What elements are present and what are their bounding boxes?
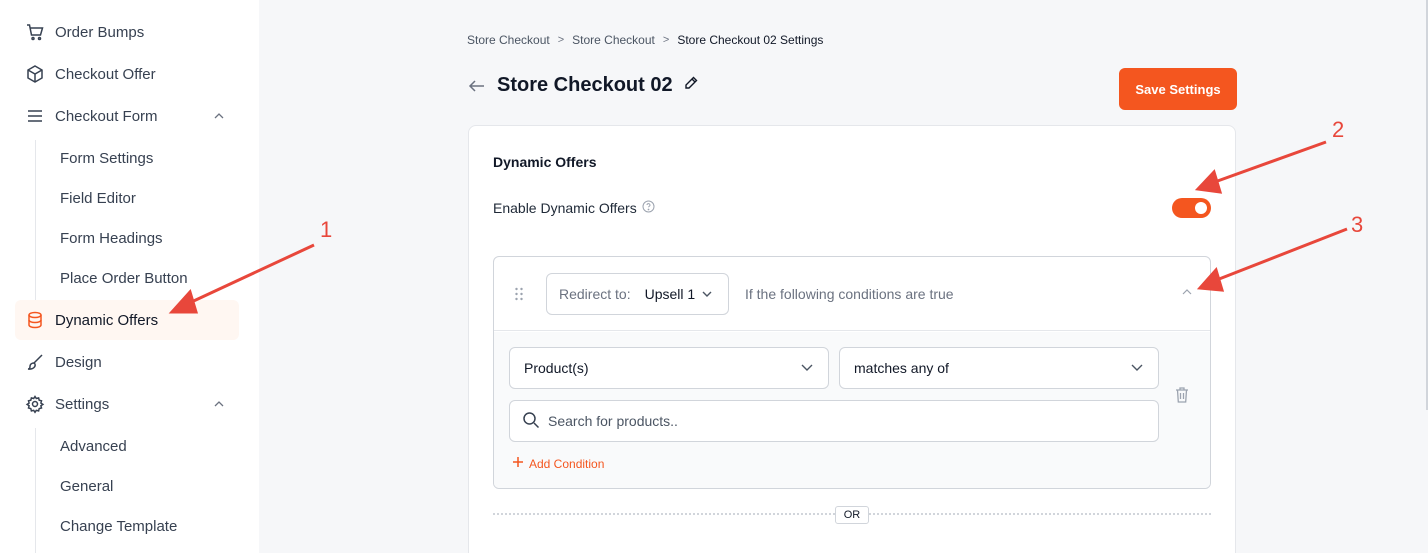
chevron-up-icon[interactable] bbox=[199, 109, 239, 123]
select-value: Product(s) bbox=[524, 360, 589, 376]
card-title: Dynamic Offers bbox=[493, 154, 597, 170]
subitem-form-headings[interactable]: Form Headings bbox=[60, 223, 163, 253]
subitem-general[interactable]: General bbox=[60, 471, 113, 501]
condition-field-select[interactable]: Product(s) bbox=[509, 347, 829, 389]
subitem-place-order-button[interactable]: Place Order Button bbox=[60, 263, 188, 293]
enable-dynamic-offers-toggle[interactable] bbox=[1172, 198, 1211, 218]
rule-header: Redirect to: Upsell 1 If the following c… bbox=[494, 257, 1210, 331]
subitem-form-settings[interactable]: Form Settings bbox=[60, 143, 153, 173]
enable-row: Enable Dynamic Offers bbox=[493, 200, 655, 216]
plus-icon bbox=[512, 456, 524, 471]
chevron-down-icon bbox=[1130, 360, 1144, 377]
brush-icon bbox=[15, 352, 55, 372]
redirect-label: Redirect to: bbox=[559, 286, 631, 302]
sidebar-item-label: Checkout Offer bbox=[55, 65, 156, 83]
chevron-down-icon bbox=[800, 360, 814, 377]
or-label: OR bbox=[835, 506, 869, 524]
trash-icon[interactable] bbox=[1174, 386, 1190, 409]
main-content: Store Checkout > Store Checkout > Store … bbox=[259, 0, 1428, 553]
search-placeholder: Search for products.. bbox=[548, 413, 678, 429]
sidebar-item-label: Design bbox=[55, 353, 102, 371]
breadcrumb-current: Store Checkout 02 Settings bbox=[677, 33, 824, 47]
condition-text: If the following conditions are true bbox=[745, 286, 954, 302]
database-icon bbox=[15, 310, 55, 330]
search-icon bbox=[522, 411, 540, 432]
subitem-change-template[interactable]: Change Template bbox=[60, 511, 177, 541]
sidebar: Order Bumps Checkout Offer Checkout Form… bbox=[0, 0, 259, 553]
gear-icon bbox=[15, 394, 55, 414]
submenu-line bbox=[35, 428, 36, 553]
breadcrumb-link[interactable]: Store Checkout bbox=[572, 33, 655, 47]
page-title: Store Checkout 02 bbox=[497, 74, 673, 96]
title-row: Store Checkout 02 bbox=[467, 74, 699, 97]
sidebar-item-design[interactable]: Design bbox=[15, 342, 239, 382]
breadcrumb: Store Checkout > Store Checkout > Store … bbox=[467, 33, 823, 47]
back-arrow-icon[interactable] bbox=[467, 76, 497, 96]
sidebar-item-label: Order Bumps bbox=[55, 23, 145, 41]
offer-rule: Redirect to: Upsell 1 If the following c… bbox=[493, 256, 1211, 489]
drag-handle-icon[interactable] bbox=[514, 287, 524, 306]
chevron-down-icon bbox=[700, 287, 714, 301]
sidebar-item-label: Dynamic Offers bbox=[55, 311, 159, 329]
rule-body: Product(s) matches any of Search for pro… bbox=[494, 332, 1210, 488]
save-settings-button[interactable]: Save Settings bbox=[1119, 68, 1237, 110]
breadcrumb-separator: > bbox=[557, 34, 565, 46]
help-icon[interactable] bbox=[642, 200, 655, 216]
annotation-number: 3 bbox=[1351, 212, 1364, 237]
add-condition-label: Add Condition bbox=[529, 456, 605, 471]
product-search-input[interactable]: Search for products.. bbox=[509, 400, 1159, 442]
breadcrumb-link[interactable]: Store Checkout bbox=[467, 33, 550, 47]
edit-icon[interactable] bbox=[683, 75, 699, 96]
sidebar-item-label: Settings bbox=[55, 395, 110, 413]
redirect-select[interactable]: Redirect to: Upsell 1 bbox=[546, 273, 729, 315]
sidebar-item-checkout-form[interactable]: Checkout Form bbox=[15, 96, 239, 136]
sidebar-item-dynamic-offers[interactable]: Dynamic Offers bbox=[15, 300, 239, 340]
subitem-field-editor[interactable]: Field Editor bbox=[60, 183, 136, 213]
chevron-up-icon[interactable] bbox=[1180, 285, 1194, 304]
submenu-line bbox=[35, 140, 36, 300]
or-divider: OR bbox=[493, 506, 1211, 524]
redirect-value: Upsell 1 bbox=[644, 286, 696, 302]
sidebar-item-settings[interactable]: Settings bbox=[15, 384, 239, 424]
add-condition-button[interactable]: Add Condition bbox=[512, 456, 604, 471]
chevron-up-icon[interactable] bbox=[199, 397, 239, 411]
annotation-number: 2 bbox=[1332, 117, 1345, 142]
dynamic-offers-card: Dynamic Offers Enable Dynamic Offers Red… bbox=[468, 125, 1236, 553]
sidebar-item-checkout-offer[interactable]: Checkout Offer bbox=[15, 54, 239, 94]
breadcrumb-separator: > bbox=[662, 34, 670, 46]
sidebar-item-order-bumps[interactable]: Order Bumps bbox=[15, 12, 239, 52]
annotation-number: 1 bbox=[320, 217, 333, 242]
menu-icon bbox=[15, 106, 55, 126]
enable-label: Enable Dynamic Offers bbox=[493, 200, 637, 216]
condition-operator-select[interactable]: matches any of bbox=[839, 347, 1159, 389]
sidebar-item-label: Checkout Form bbox=[55, 107, 158, 125]
toggle-knob bbox=[1195, 202, 1207, 214]
select-value: matches any of bbox=[854, 360, 949, 376]
box-icon bbox=[15, 64, 55, 84]
subitem-advanced[interactable]: Advanced bbox=[60, 431, 127, 461]
cart-icon bbox=[15, 22, 55, 42]
